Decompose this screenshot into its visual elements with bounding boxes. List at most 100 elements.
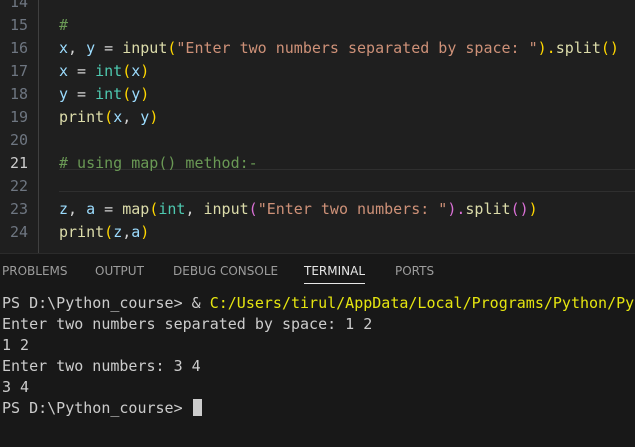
code-token: # using map() method:-: [59, 154, 258, 172]
code-text: y = int(y): [59, 83, 149, 106]
terminal-text: 3 4: [2, 378, 30, 396]
code-token: x: [131, 62, 141, 80]
code-line[interactable]: 16 x, y = input("Enter two numbers separa…: [0, 37, 635, 60]
code-token: (: [104, 108, 114, 126]
terminal-line: 3 4: [2, 377, 29, 398]
code-token: a: [131, 223, 141, 241]
code-token: "Enter two numbers separated by space: ": [176, 39, 538, 57]
code-token: split: [465, 200, 511, 218]
tab-problems[interactable]: PROBLEMS: [2, 254, 68, 288]
code-token: ,: [122, 223, 132, 241]
code-token: print: [59, 223, 105, 241]
code-token: ): [149, 108, 159, 126]
code-token: y: [140, 108, 150, 126]
terminal-line: PS D:\Python_course> & C:/Users/tirul/Ap…: [2, 293, 635, 314]
terminal-text: PS D:\Python_course>: [2, 399, 192, 417]
code-line[interactable]: 21 # using map() method:-: [0, 152, 635, 175]
code-token: x: [113, 108, 123, 126]
code-token: ,: [185, 200, 204, 218]
code-token: =: [95, 39, 123, 57]
code-token: int: [95, 62, 123, 80]
line-number: 19: [9, 108, 28, 126]
tab-terminal[interactable]: TERMINAL: [304, 254, 366, 288]
line-number: 24: [9, 223, 28, 241]
code-line[interactable]: 14: [0, 0, 635, 14]
code-line[interactable]: 15 #: [0, 14, 635, 37]
code-line[interactable]: 23 z, a = map(int, input("Enter two numbe…: [0, 198, 635, 221]
tab-output[interactable]: OUTPUT: [95, 254, 144, 288]
code-token: =: [68, 62, 96, 80]
terminal-line: Enter two numbers: 3 4: [2, 356, 201, 377]
tab-ports[interactable]: PORTS: [395, 254, 434, 288]
terminal-text: Enter two numbers: 3 4: [2, 357, 201, 375]
code-token: ): [140, 223, 150, 241]
code-token: "Enter two numbers: ": [257, 200, 448, 218]
code-token: ,: [68, 200, 87, 218]
code-token: ,: [122, 108, 141, 126]
code-token: (: [122, 62, 132, 80]
code-token: map: [122, 200, 150, 218]
terminal-text: 1 2: [2, 336, 30, 354]
code-token: x: [59, 62, 69, 80]
code-token: input: [122, 39, 168, 57]
terminal-line: Enter two numbers separated by space: 1 …: [2, 314, 372, 335]
line-number: 20: [9, 131, 28, 149]
terminal[interactable]: PS D:\Python_course> & C:/Users/tirul/Ap…: [0, 293, 635, 443]
panel-tabs: PROBLEMS OUTPUT DEBUG CONSOLE TERMINAL PORTS: [0, 254, 635, 288]
terminal-text: &: [191, 294, 210, 312]
code-token: y: [131, 85, 141, 103]
terminal-text: Enter two numbers separated by space: 1 …: [2, 315, 373, 333]
line-number: 23: [9, 200, 28, 218]
code-token: y: [59, 85, 69, 103]
line-number: 18: [9, 85, 28, 103]
code-token: z: [113, 223, 123, 241]
code-text: # using map() method:-: [59, 152, 258, 175]
code-token: ).: [447, 200, 466, 218]
code-text: z, a = map(int, input("Enter two numbers…: [59, 198, 538, 221]
code-token: split: [555, 39, 601, 57]
code-token: ): [140, 62, 150, 80]
code-token: ).: [537, 39, 556, 57]
terminal-text: C:/Users/tirul/AppData/Local/Programs/Py…: [209, 294, 635, 312]
code-token: int: [158, 200, 186, 218]
line-number: 17: [9, 62, 28, 80]
code-line[interactable]: 22: [0, 175, 635, 198]
code-token: (: [104, 223, 114, 241]
code-line[interactable]: 20: [0, 129, 635, 152]
code-editor[interactable]: 14 15 #16 x, y = input("Enter two numbers s…: [0, 0, 635, 253]
line-number: 16: [9, 39, 28, 57]
code-token: (): [600, 39, 619, 57]
code-token: z: [59, 200, 69, 218]
code-token: =: [68, 85, 96, 103]
code-token: (: [122, 85, 132, 103]
code-line[interactable]: 18 y = int(y): [0, 83, 635, 106]
code-token: input: [203, 200, 249, 218]
code-token: print: [59, 108, 105, 126]
code-token: ): [528, 200, 538, 218]
code-token: (: [248, 200, 258, 218]
code-line[interactable]: 24 print(z,a): [0, 221, 635, 244]
code-text: print(x, y): [59, 106, 158, 129]
code-line[interactable]: 19 print(x, y): [0, 106, 635, 129]
code-token: (: [149, 200, 159, 218]
tab-debug-console[interactable]: DEBUG CONSOLE: [173, 254, 278, 288]
code-token: (): [510, 200, 529, 218]
code-line[interactable]: 17 x = int(x): [0, 60, 635, 83]
code-token: =: [95, 200, 123, 218]
code-text: #: [59, 14, 68, 37]
terminal-cursor: [192, 399, 202, 416]
code-text: print(z,a): [59, 221, 149, 244]
line-number: 14: [9, 0, 28, 11]
terminal-line: PS D:\Python_course>: [2, 398, 202, 419]
line-number: 21: [9, 154, 28, 172]
line-number: 22: [9, 177, 28, 195]
code-token: x: [59, 39, 69, 57]
code-token: ,: [68, 39, 87, 57]
code-token: #: [59, 16, 69, 34]
code-token: ): [140, 85, 150, 103]
code-text: x, y = input("Enter two numbers separate…: [59, 37, 619, 60]
terminal-line: 1 2: [2, 335, 29, 356]
line-number: 15: [9, 16, 28, 34]
code-text: x = int(x): [59, 60, 149, 83]
code-token: a: [86, 200, 96, 218]
